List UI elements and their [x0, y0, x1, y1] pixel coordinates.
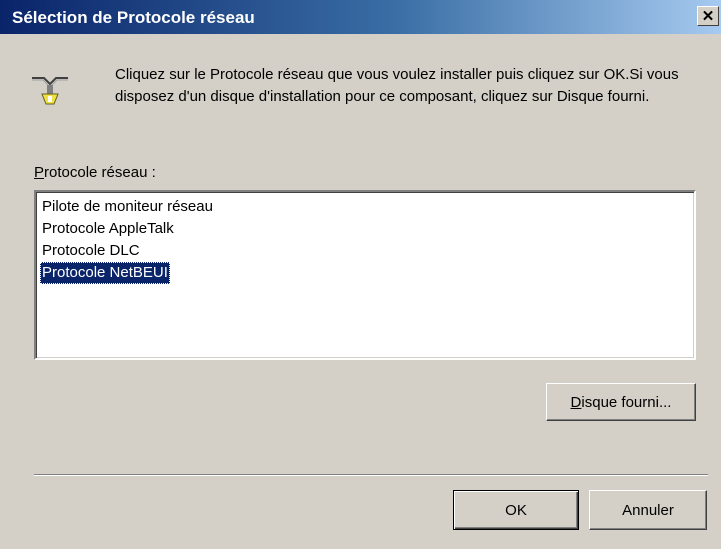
ok-label: OK	[505, 501, 527, 519]
window-title: Sélection de Protocole réseau	[12, 8, 255, 27]
have-disk-accel: D	[570, 393, 582, 411]
protocol-listbox[interactable]: Pilote de moniteur réseau Protocole Appl…	[34, 190, 696, 360]
protocol-list-label-text: rotocole réseau :	[44, 164, 156, 181]
cancel-button[interactable]: Annuler	[589, 490, 707, 530]
close-icon: ✕	[701, 7, 715, 25]
network-protocol-icon	[32, 77, 68, 105]
close-button[interactable]: ✕	[697, 6, 719, 26]
have-disk-button[interactable]: Disque fourni...	[546, 383, 696, 421]
title-bar[interactable]: Sélection de Protocole réseau ✕	[0, 0, 721, 34]
have-disk-label: isque fourni...	[581, 393, 672, 411]
protocol-list-label-accel: P	[34, 164, 45, 181]
protocol-list-label: Protocole réseau :	[34, 164, 156, 181]
list-item-network-monitor-driver[interactable]: Pilote de moniteur réseau	[40, 196, 215, 218]
list-item-appletalk[interactable]: Protocole AppleTalk	[40, 218, 176, 240]
cancel-label: Annuler	[622, 501, 674, 519]
divider	[34, 474, 708, 476]
instructions-text: Cliquez sur le Protocole réseau que vous…	[115, 66, 679, 105]
ok-button[interactable]: OK	[453, 490, 579, 530]
list-item-netbeui[interactable]: Protocole NetBEUI	[40, 262, 170, 284]
list-item-dlc[interactable]: Protocole DLC	[40, 240, 142, 262]
